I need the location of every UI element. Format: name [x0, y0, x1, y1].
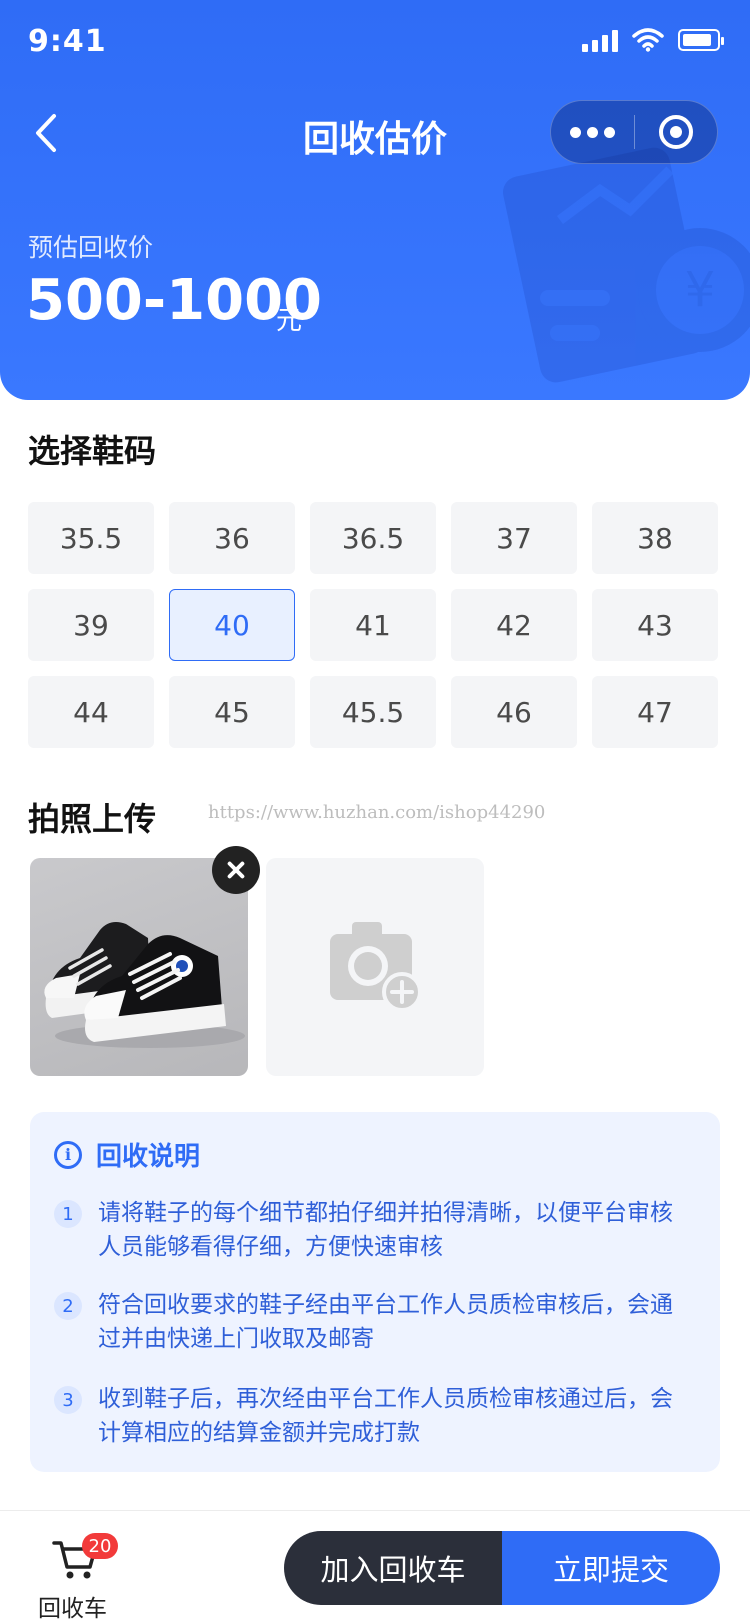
notice-text: 收到鞋子后，再次经由平台工作人员质检审核通过后，会计算相应的结算金额并完成打款 [98, 1386, 673, 1446]
add-to-cart-button[interactable]: 加入回收车 [284, 1531, 502, 1605]
cart-count-badge: 20 [82, 1533, 118, 1559]
size-option[interactable]: 45 [169, 676, 295, 748]
notice-item: 1 请将鞋子的每个细节都拍仔细并拍得清晰，以便平台审核人员能够看得仔细，方便快速… [54, 1196, 694, 1264]
nav-bar: 回收估价 [0, 90, 750, 178]
recycle-notice-card: i 回收说明 1 请将鞋子的每个细节都拍仔细并拍得清晰，以便平台审核人员能够看得… [30, 1112, 720, 1472]
notice-number: 3 [54, 1386, 82, 1414]
size-option[interactable]: 37 [451, 502, 577, 574]
cellular-signal-icon [582, 28, 618, 52]
receipt-decoration-icon: ¥ [503, 147, 750, 383]
camera-add-icon [330, 922, 422, 1012]
action-buttons: 加入回收车 立即提交 [284, 1531, 720, 1605]
cart-label: 回收车 [38, 1596, 107, 1622]
target-circle-icon [658, 115, 693, 149]
size-option[interactable]: 36 [169, 502, 295, 574]
photo-section-title: 拍照上传 [28, 800, 157, 838]
notice-item: 2 符合回收要求的鞋子经由平台工作人员质检审核后，会通过并由快递上门收取及邮寄 [54, 1288, 694, 1356]
battery-icon [678, 29, 724, 51]
estimate-label: 预估回收价 [28, 233, 154, 262]
watermark-text: https://www.huzhan.com/ishop44290 [208, 802, 546, 823]
status-bar: 9:41 [0, 0, 750, 88]
submit-button[interactable]: 立即提交 [502, 1531, 720, 1605]
size-grid: 35.5 36 36.5 37 38 39 40 41 42 43 44 45 45.5 46 47 [28, 502, 722, 748]
size-option[interactable]: 47 [592, 676, 718, 748]
size-option[interactable]: 40 [169, 589, 295, 661]
notice-text: 符合回收要求的鞋子经由平台工作人员质检审核后，会通过并由快递上门收取及邮寄 [98, 1292, 673, 1352]
more-dots-icon [569, 126, 615, 138]
size-option[interactable]: 42 [451, 589, 577, 661]
size-option[interactable]: 45.5 [310, 676, 436, 748]
notice-number: 2 [54, 1292, 82, 1320]
size-option[interactable]: 44 [28, 676, 154, 748]
size-option[interactable]: 36.5 [310, 502, 436, 574]
recycle-estimate-page: ¥ 9:41 回收估价 预估回收价 500-1000 元 选择鞋码 35.5 3… [0, 0, 750, 1624]
wifi-icon [632, 28, 664, 52]
size-option[interactable]: 41 [310, 589, 436, 661]
delete-photo-button[interactable] [212, 846, 260, 894]
size-option[interactable]: 46 [451, 676, 577, 748]
recycle-cart-button[interactable]: 20 回收车 [34, 1529, 118, 1622]
svg-text:¥: ¥ [685, 262, 716, 318]
size-option[interactable]: 38 [592, 502, 718, 574]
notice-number: 1 [54, 1200, 82, 1228]
more-menu-button[interactable] [551, 101, 634, 163]
miniprogram-capsule [550, 100, 718, 164]
estimate-header: ¥ 9:41 回收估价 预估回收价 500-1000 元 [0, 0, 750, 400]
size-section-title: 选择鞋码 [28, 432, 157, 470]
add-photo-button[interactable] [266, 858, 484, 1076]
notice-item: 3 收到鞋子后，再次经由平台工作人员质检审核通过后，会计算相应的结算金额并完成打… [54, 1382, 694, 1450]
size-option[interactable]: 43 [592, 589, 718, 661]
uploaded-photo[interactable] [30, 858, 248, 1076]
sneaker-photo-image [44, 922, 245, 1048]
info-icon: i [54, 1140, 82, 1169]
estimate-unit: 元 [276, 306, 303, 336]
size-option[interactable]: 35.5 [28, 502, 154, 574]
status-time: 9:41 [28, 24, 107, 59]
size-option[interactable]: 39 [28, 589, 154, 661]
notice-title: 回收说明 [96, 1142, 201, 1172]
close-miniprogram-button[interactable] [635, 101, 718, 163]
notice-text: 请将鞋子的每个细节都拍仔细并拍得清晰，以便平台审核人员能够看得仔细，方便快速审核 [98, 1200, 673, 1260]
bottom-action-bar: 20 回收车 加入回收车 立即提交 [0, 1510, 750, 1624]
